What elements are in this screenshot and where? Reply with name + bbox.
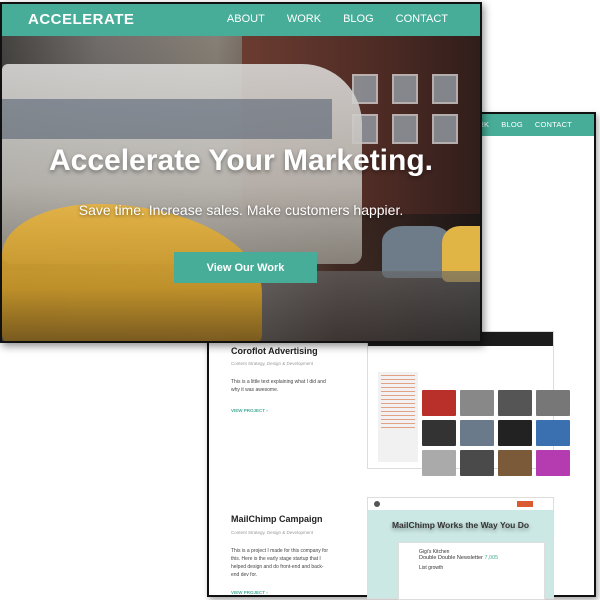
- project-title-mailchimp: MailChimp Campaign: [231, 514, 323, 524]
- preview-headline: MailChimp Works the Way You Do: [391, 520, 530, 530]
- preview-card-stat: List growth: [419, 565, 444, 571]
- preview-report-card: Gigi's Kitchen Double Double Newsletter …: [398, 542, 545, 600]
- project-title-coroflot: Coroflot Advertising: [231, 346, 318, 356]
- project-meta-mailchimp: Content Strategy, Design & Development: [231, 530, 313, 535]
- nav-contact[interactable]: CONTACT: [396, 13, 448, 25]
- project-meta-coroflot: Content Strategy, Design & Development: [231, 361, 313, 366]
- preview-signup-button: [517, 501, 533, 507]
- nav-blog[interactable]: BLOG: [343, 13, 374, 25]
- preview-card-heading: Double Double Newsletter 7,005: [419, 555, 499, 561]
- hero-subheadline: Save time. Increase sales. Make customer…: [78, 202, 404, 218]
- project-preview-mailchimp[interactable]: MailChimp Works the Way You Do Gigi's Ki…: [367, 497, 554, 600]
- view-our-work-button[interactable]: View Our Work: [174, 252, 317, 283]
- mailchimp-logo-icon: [374, 501, 380, 507]
- portfolio-nav-contact[interactable]: CONTACT: [535, 120, 572, 129]
- hero-headline: Accelerate Your Marketing.: [48, 144, 434, 177]
- preview-image-grid: [422, 390, 570, 476]
- landing-page-window: ACCELERATE ABOUT WORK BLOG CONTACT Accel…: [0, 2, 482, 343]
- building-window: [432, 114, 458, 144]
- building-window: [392, 114, 418, 144]
- brand-logo[interactable]: ACCELERATE: [28, 11, 134, 28]
- project-preview-coroflot[interactable]: [367, 331, 570, 476]
- preview-sidebar: [378, 372, 418, 462]
- view-project-link-coroflot[interactable]: VIEW PROJECT ›: [231, 408, 268, 413]
- nav-work[interactable]: WORK: [287, 13, 321, 25]
- project-desc-coroflot: This is a little text explaining what I …: [231, 379, 326, 393]
- view-project-link-mailchimp[interactable]: VIEW PROJECT ›: [231, 590, 268, 595]
- bus-windows: [2, 99, 332, 139]
- building-window: [392, 74, 418, 104]
- building-window: [432, 74, 458, 104]
- portfolio-nav-blog[interactable]: BLOG: [501, 120, 523, 129]
- project-desc-mailchimp: This is a project I made for this compan…: [231, 548, 328, 578]
- top-nav-bar: ACCELERATE ABOUT WORK BLOG CONTACT: [2, 4, 480, 36]
- nav-about[interactable]: ABOUT: [227, 13, 265, 25]
- main-nav: ABOUT WORK BLOG CONTACT: [227, 13, 448, 25]
